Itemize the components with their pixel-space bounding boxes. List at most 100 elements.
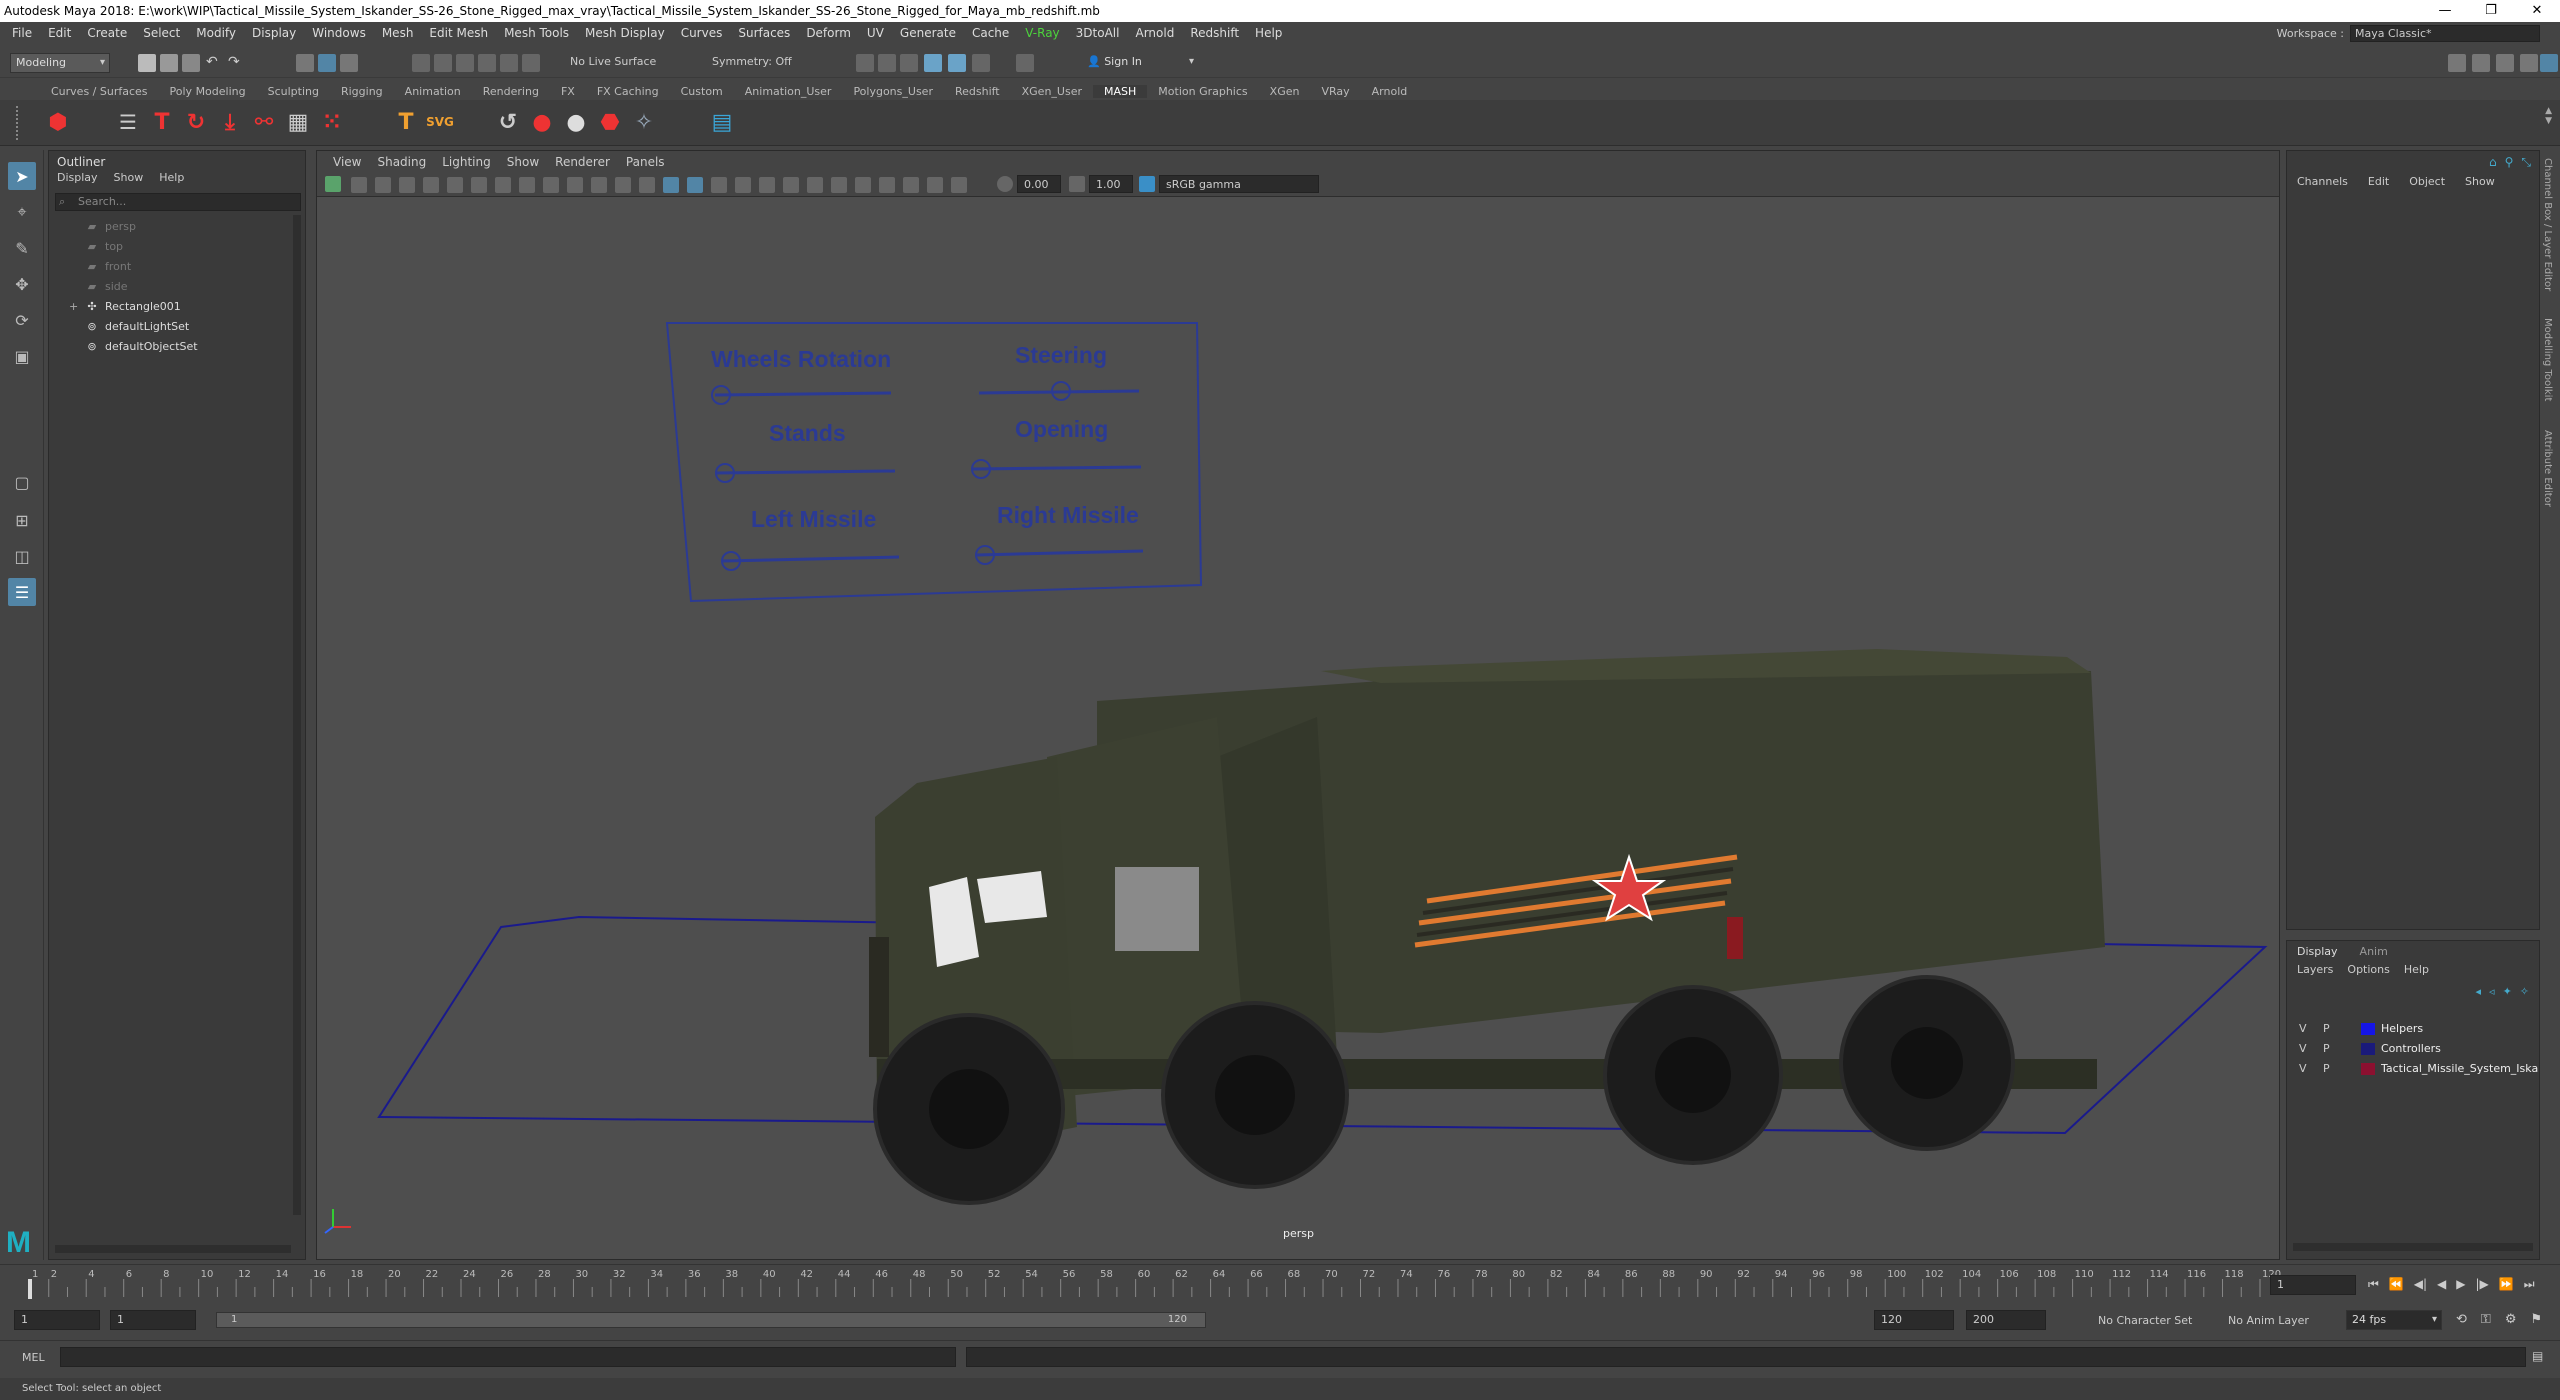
menu-edit-mesh[interactable]: Edit Mesh xyxy=(421,26,496,40)
attribute-toggle-icon[interactable] xyxy=(2520,54,2538,72)
outliner-item[interactable]: ▰ front xyxy=(49,257,299,277)
shelf-tab-fx-caching[interactable]: FX Caching xyxy=(586,85,670,98)
shelf-tab-vray[interactable]: VRay xyxy=(1310,85,1360,98)
wireframe-icon[interactable] xyxy=(639,177,655,193)
snap-point-icon[interactable] xyxy=(456,54,474,72)
snap-surface-icon[interactable] xyxy=(500,54,518,72)
motion-blur-icon[interactable] xyxy=(831,177,847,193)
mel-input[interactable] xyxy=(60,1347,956,1367)
end-range-field[interactable]: 120 xyxy=(1874,1310,1954,1330)
viewport-menu-view[interactable]: View xyxy=(325,155,369,169)
mash-dynamics-icon[interactable]: ● xyxy=(562,108,590,136)
paint-select-icon[interactable]: ✎ xyxy=(8,234,36,262)
step-back-key-icon[interactable]: ⏪ xyxy=(2389,1277,2404,1292)
panel-layout-icon[interactable] xyxy=(2448,54,2466,72)
step-forward-key-icon[interactable]: ⏩ xyxy=(2499,1277,2514,1292)
select-component-icon[interactable] xyxy=(340,54,358,72)
viewport-3d[interactable]: Wheels Rotation Steering Stands Opening … xyxy=(317,197,2279,1259)
menu-windows[interactable]: Windows xyxy=(304,26,374,40)
outliner-item[interactable]: ⊚ defaultLightSet xyxy=(49,317,299,337)
outliner-hscrollbar[interactable] xyxy=(55,1245,291,1253)
hypershade-icon[interactable] xyxy=(948,54,966,72)
new-layer-selected-icon[interactable]: ✧ xyxy=(2520,985,2529,998)
channel-menu-object[interactable]: Object xyxy=(2409,175,2445,188)
layer-color-swatch[interactable] xyxy=(2361,1023,2375,1035)
shelf-tab-rigging[interactable]: Rigging xyxy=(330,85,394,98)
safe-title-icon[interactable] xyxy=(615,177,631,193)
shelf-tab-rendering[interactable]: Rendering xyxy=(472,85,550,98)
end-frame-field[interactable]: 200 xyxy=(1966,1310,2046,1330)
cb-pin-icon[interactable]: ⌂ xyxy=(2489,155,2497,170)
shelf-tab-poly-modeling[interactable]: Poly Modeling xyxy=(159,85,257,98)
shelf-tab-custom[interactable]: Custom xyxy=(670,85,734,98)
four-view-icon[interactable]: ⊞ xyxy=(8,506,36,534)
side-tab-modelling-toolkit[interactable]: Modelling Toolkit xyxy=(2542,318,2553,401)
viewport-menu-show[interactable]: Show xyxy=(499,155,547,169)
menu-mesh[interactable]: Mesh xyxy=(374,26,422,40)
viewport-menu-shading[interactable]: Shading xyxy=(369,155,434,169)
xray-joints-icon[interactable] xyxy=(927,177,943,193)
outliner-search-input[interactable]: Search... xyxy=(55,193,301,211)
go-to-start-icon[interactable]: ⏮ xyxy=(2368,1277,2379,1292)
viewport-menu-lighting[interactable]: Lighting xyxy=(434,155,499,169)
menu-uv[interactable]: UV xyxy=(859,26,892,40)
mash-drop-icon[interactable]: ⤓ xyxy=(216,108,244,136)
sign-in-dropdown[interactable]: 👤 Sign In xyxy=(1082,53,1198,73)
step-back-frame-icon[interactable]: ◀| xyxy=(2414,1277,2427,1292)
shelf-tab-fx[interactable]: FX xyxy=(550,85,586,98)
cb-lock-icon[interactable]: ⚲ xyxy=(2505,155,2514,170)
layer-visibility-toggle[interactable]: V xyxy=(2299,1019,2307,1039)
mash-text-icon[interactable]: T xyxy=(148,108,176,136)
mash-record-icon[interactable]: ● xyxy=(528,108,556,136)
go-to-end-icon[interactable]: ⏭ xyxy=(2524,1277,2535,1292)
start-frame-field[interactable]: 1 xyxy=(14,1310,100,1330)
rotate-tool-icon[interactable]: ⟳ xyxy=(8,306,36,334)
menu-edit[interactable]: Edit xyxy=(40,26,79,40)
channel-menu-edit[interactable]: Edit xyxy=(2368,175,2389,188)
render-settings-icon[interactable] xyxy=(924,54,942,72)
menu-surfaces[interactable]: Surfaces xyxy=(730,26,798,40)
select-object-icon[interactable] xyxy=(318,54,336,72)
layer-tab-anim[interactable]: Anim xyxy=(2360,945,2388,958)
layer-row[interactable]: VP Tactical_Missile_System_Iskander_SSF xyxy=(2287,1059,2541,1079)
side-tab-channel-box[interactable]: Channel Box / Layer Editor xyxy=(2542,158,2553,291)
outliner-menu-display[interactable]: Display xyxy=(57,171,98,184)
shadows-icon[interactable] xyxy=(783,177,799,193)
layer-hscrollbar[interactable] xyxy=(2293,1243,2533,1251)
grid-icon[interactable] xyxy=(471,177,487,193)
image-plane-icon[interactable] xyxy=(399,177,415,193)
live-surface-label[interactable]: No Live Surface xyxy=(570,55,656,68)
exposure-icon[interactable] xyxy=(997,176,1013,192)
shelf-tab-mash[interactable]: MASH xyxy=(1093,84,1148,98)
color-management-icon[interactable] xyxy=(1139,176,1155,192)
mash-waiter-icon[interactable]: ✧ xyxy=(630,108,658,136)
range-bar[interactable]: 1 120 xyxy=(216,1312,1206,1328)
menu-arnold[interactable]: Arnold xyxy=(1127,26,1182,40)
shelf-tab-motion-graphics[interactable]: Motion Graphics xyxy=(1147,85,1258,98)
shelf-tab-arnold[interactable]: Arnold xyxy=(1361,85,1419,98)
xray-components-icon[interactable] xyxy=(951,177,967,193)
mash-flight-icon[interactable]: ↺ xyxy=(494,108,522,136)
shelf-grip-icon[interactable] xyxy=(16,106,24,140)
outliner-layout-icon[interactable]: ☰ xyxy=(8,578,36,606)
menu-mesh-display[interactable]: Mesh Display xyxy=(577,26,673,40)
render-view-icon[interactable] xyxy=(856,54,874,72)
shelf-tab-curves-surfaces[interactable]: Curves / Surfaces xyxy=(40,85,159,98)
workspace-dropdown[interactable]: Maya Classic* xyxy=(2350,25,2540,42)
viewport-menu-panels[interactable]: Panels xyxy=(618,155,673,169)
layer-playback-toggle[interactable]: P xyxy=(2323,1039,2330,1059)
layer-row[interactable]: V P Controllers xyxy=(2287,1039,2541,1059)
key-icon[interactable]: ⚿ xyxy=(2481,1312,2491,1327)
new-layer-icon[interactable]: ✦ xyxy=(2503,985,2512,998)
field-chart-icon[interactable] xyxy=(567,177,583,193)
channel-menu-show[interactable]: Show xyxy=(2465,175,2495,188)
use-lights-icon[interactable] xyxy=(759,177,775,193)
cb-slider-icon[interactable]: ⤡ xyxy=(2521,155,2531,170)
playback-prefs-icon[interactable]: ⚑ xyxy=(2530,1312,2542,1327)
gamma-field[interactable]: 1.00 xyxy=(1089,175,1133,193)
safe-action-icon[interactable] xyxy=(591,177,607,193)
side-tab-attribute-editor[interactable]: Attribute Editor xyxy=(2542,430,2553,507)
minimize-button[interactable]: — xyxy=(2422,0,2468,22)
toolbox-toggle-icon[interactable] xyxy=(2472,54,2490,72)
open-scene-icon[interactable] xyxy=(160,54,178,72)
